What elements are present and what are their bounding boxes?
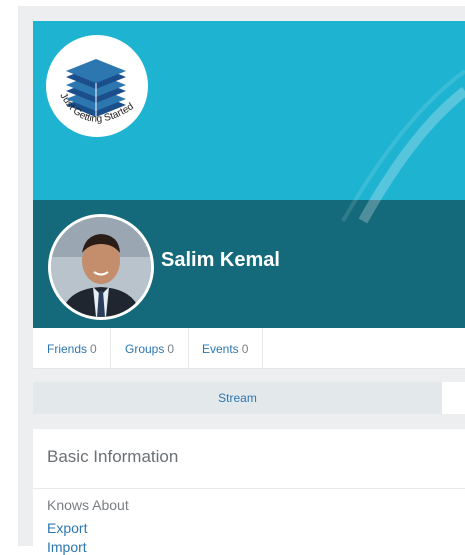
- stat-groups-label[interactable]: Groups: [125, 342, 164, 356]
- stat-friends[interactable]: Friends 0: [33, 328, 111, 368]
- profile-name[interactable]: Salim Kemal: [161, 249, 280, 272]
- profile-stats-bar: Friends 0 Groups 0 Events 0: [33, 328, 465, 369]
- basic-information-card: Basic Information Knows About Export Imp…: [33, 429, 465, 555]
- knows-about-label: Knows About: [47, 497, 129, 513]
- avatar[interactable]: [48, 214, 154, 320]
- tab-stream[interactable]: Stream: [33, 382, 442, 414]
- stat-friends-label[interactable]: Friends: [47, 342, 87, 356]
- stacked-books-icon: Just Getting Started: [57, 59, 136, 125]
- import-link[interactable]: Import: [47, 539, 87, 555]
- stat-events[interactable]: Events 0: [188, 328, 263, 368]
- stat-events-count: 0: [241, 342, 249, 356]
- stat-groups[interactable]: Groups 0: [111, 328, 189, 368]
- group-logo[interactable]: Just Getting Started: [46, 35, 148, 137]
- left-gutter: [18, 6, 32, 546]
- divider: [33, 488, 465, 489]
- stat-events-label[interactable]: Events: [202, 342, 239, 356]
- stat-friends-count: 0: [90, 342, 97, 356]
- export-link[interactable]: Export: [47, 520, 87, 536]
- basic-information-title: Basic Information: [47, 447, 179, 466]
- profile-cover: Just Getting Started Salim Kemal: [33, 21, 465, 328]
- stat-groups-count: 0: [167, 342, 175, 356]
- profile-tabs: Stream: [33, 382, 465, 414]
- profile-photo: [51, 217, 151, 317]
